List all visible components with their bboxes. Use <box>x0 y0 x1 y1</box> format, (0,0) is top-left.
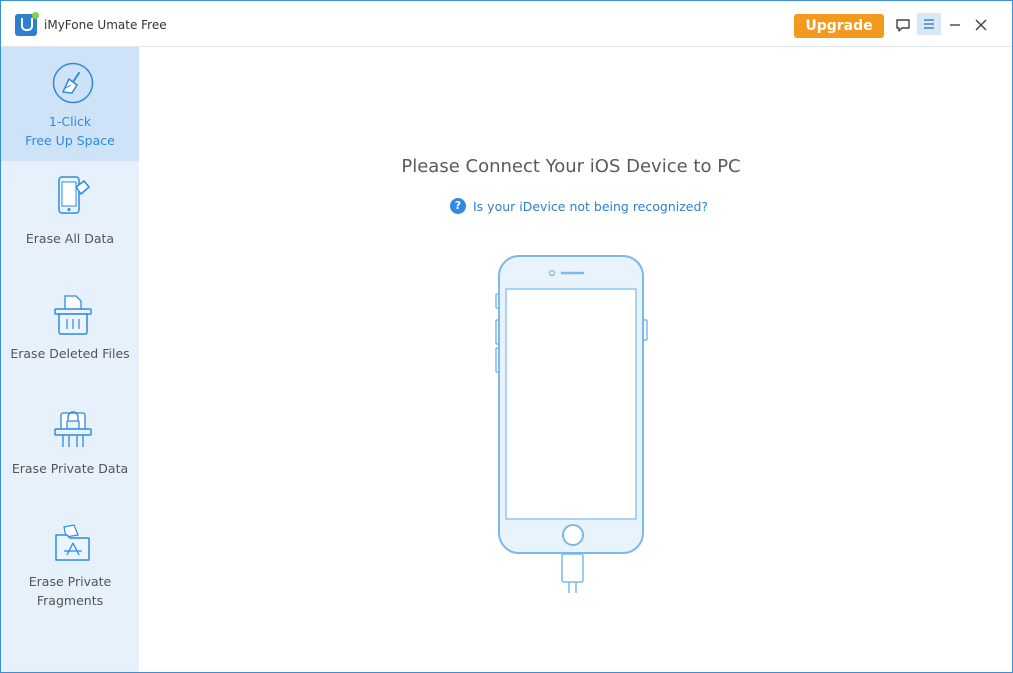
title-bar: iMyFone Umate Free Upgrade <box>1 1 1012 47</box>
menu-icon[interactable] <box>917 13 941 35</box>
page-title: Please Connect Your iOS Device to PC <box>401 156 741 177</box>
sidebar-item-label: Fragments <box>36 593 104 608</box>
trash-file-icon <box>53 294 93 340</box>
upgrade-button[interactable]: Upgrade <box>794 14 884 38</box>
broom-icon <box>52 62 94 108</box>
sidebar-item-erase-private-data[interactable]: Erase Private Data <box>1 392 139 506</box>
question-icon[interactable]: ? <box>450 198 466 214</box>
lock-shredder-icon <box>53 408 93 454</box>
sidebar-item-erase-private-fragments[interactable]: Erase Private Fragments <box>1 507 139 637</box>
sidebar-item-label: Erase Private Data <box>11 461 129 476</box>
device-not-recognized-link[interactable]: Is your iDevice not being recognized? <box>473 199 708 214</box>
app-logo-icon <box>15 12 39 36</box>
close-icon[interactable] <box>971 15 991 35</box>
sidebar-item-label: 1-Click <box>48 114 92 129</box>
sidebar-item-label: Free Up Space <box>25 133 115 148</box>
sidebar-item-free-up-space[interactable]: 1-Click Free Up Space <box>1 47 139 161</box>
iphone-with-cable-icon <box>495 254 651 603</box>
app-title: iMyFone Umate Free <box>44 18 167 32</box>
main-panel: Please Connect Your iOS Device to PC ? I… <box>140 47 1012 672</box>
sidebar-item-label: Erase All Data <box>25 231 115 246</box>
sidebar: 1-Click Free Up Space Erase All Data Era… <box>1 47 139 672</box>
minimize-icon[interactable] <box>945 15 965 35</box>
folder-fragments-icon <box>54 523 92 569</box>
sidebar-item-erase-deleted-files[interactable]: Erase Deleted Files <box>1 277 139 391</box>
feedback-icon[interactable] <box>893 15 913 35</box>
app-window: iMyFone Umate Free Upgrade 1-Click Free … <box>0 0 1013 673</box>
sidebar-item-label: Erase Deleted Files <box>10 346 130 361</box>
sidebar-item-label: Erase Private <box>28 574 112 589</box>
phone-eraser-icon <box>56 175 92 221</box>
sidebar-item-erase-all-data[interactable]: Erase All Data <box>1 162 139 276</box>
